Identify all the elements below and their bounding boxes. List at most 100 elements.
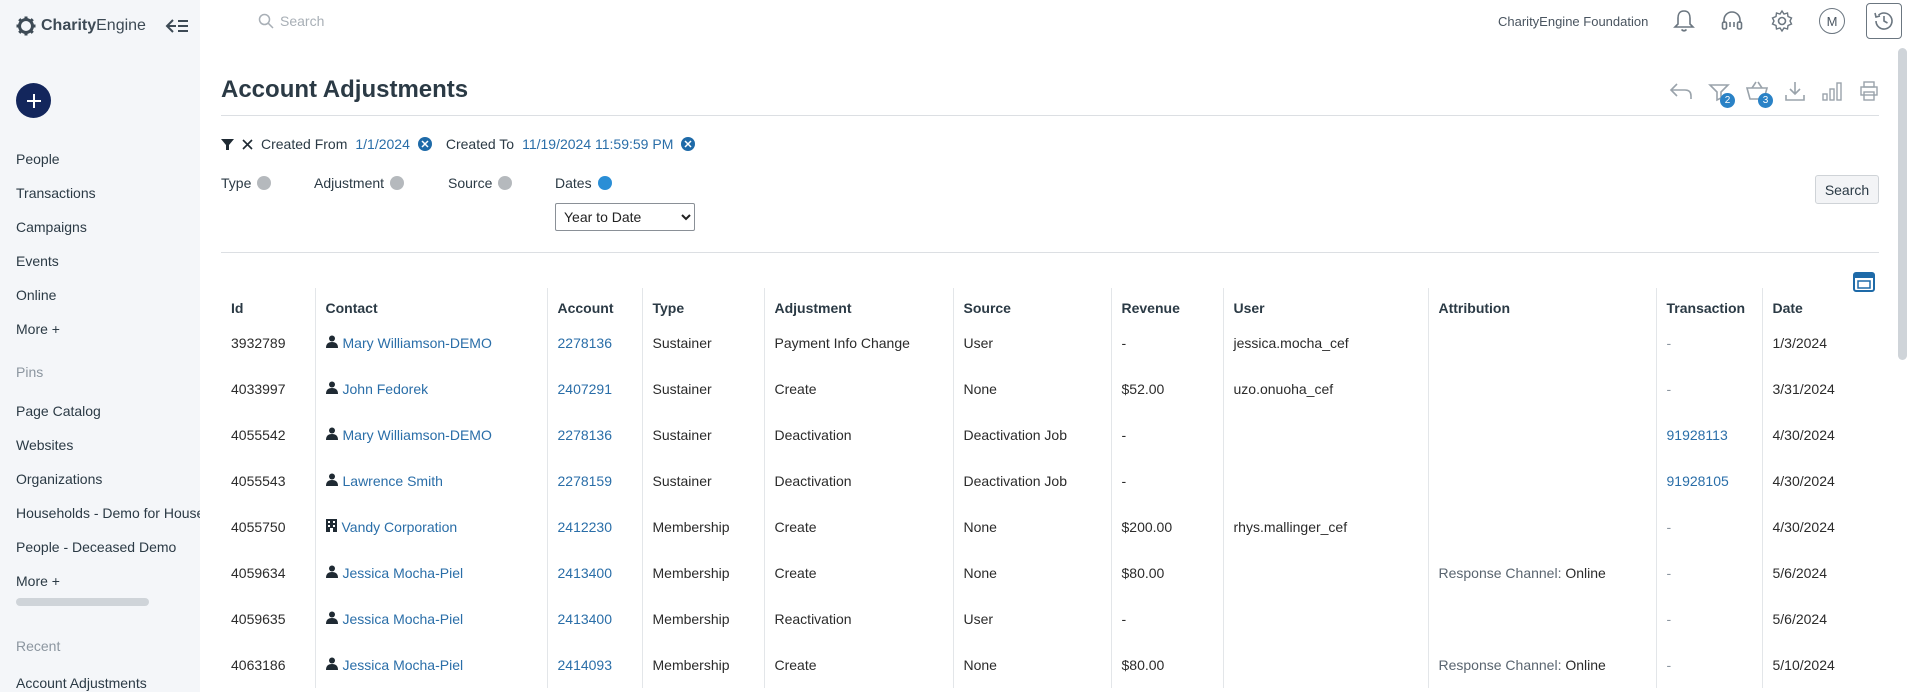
filter-divider <box>221 252 1879 253</box>
nav-item-more[interactable]: More + <box>16 318 96 352</box>
active-filters: Created From 1/1/2024 Created To 11/19/2… <box>221 136 696 152</box>
cell-id: 4063186 <box>231 657 286 673</box>
contact-link[interactable]: Lawrence Smith <box>343 473 443 489</box>
facet-dates[interactable]: Dates <box>555 175 612 191</box>
account-link[interactable]: 2407291 <box>558 381 613 397</box>
column-header-transaction[interactable]: Transaction <box>1655 288 1762 320</box>
history-button[interactable] <box>1866 3 1902 39</box>
transaction-link[interactable]: 91928113 <box>1667 427 1728 443</box>
cell-attribution: Response Channel: Online <box>1427 550 1656 596</box>
account-link[interactable]: 2414093 <box>558 657 613 673</box>
pin-item-websites[interactable]: Websites <box>16 434 200 468</box>
dates-range-select[interactable]: Year to Date <box>555 203 695 231</box>
facet-type[interactable]: Type <box>221 175 272 191</box>
user-avatar[interactable]: M <box>1819 8 1845 34</box>
recent-item-account-adjustments[interactable]: Account Adjustments <box>16 672 147 692</box>
pin-item-people-deceased[interactable]: People - Deceased Demo <box>16 536 200 570</box>
column-header-attribution[interactable]: Attribution <box>1427 288 1656 320</box>
cell-user <box>1222 412 1428 458</box>
contact-link[interactable]: John Fedorek <box>343 381 429 397</box>
table-row[interactable]: 4059635 Jessica Mocha-Piel 2413400 Membersh… <box>221 596 1869 642</box>
facet-source-label: Source <box>448 175 493 191</box>
cell-transaction: - <box>1655 596 1762 642</box>
page-vertical-scrollbar[interactable] <box>1898 48 1907 360</box>
table-row[interactable]: 3932789 Mary Williamson-DEMO 2278136 Sustai… <box>221 320 1869 366</box>
table-row[interactable]: 4055543 Lawrence Smith 2278159 Sustainer Dea… <box>221 458 1869 504</box>
account-link[interactable]: 2413400 <box>558 611 613 627</box>
pin-item-page-catalog[interactable]: Page Catalog <box>16 400 200 434</box>
person-icon <box>325 657 338 673</box>
cell-contact: Mary Williamson-DEMO <box>314 320 547 366</box>
contact-link[interactable]: Jessica Mocha-Piel <box>343 565 464 581</box>
cell-type: Sustainer <box>641 366 764 412</box>
column-header-user[interactable]: User <box>1222 288 1428 320</box>
table-row[interactable]: 4063186 Jessica Mocha-Piel 2414093 Membersh… <box>221 642 1869 688</box>
table-row[interactable]: 4059634 Jessica Mocha-Piel 2413400 Membersh… <box>221 550 1869 596</box>
person-icon <box>325 335 338 351</box>
contact-link[interactable]: Jessica Mocha-Piel <box>343 657 464 673</box>
table-row[interactable]: 4055750 Vandy Corporation 2412230 Membershi… <box>221 504 1869 550</box>
basket-icon[interactable]: 3 <box>1744 78 1773 108</box>
nav-item-campaigns[interactable]: Campaigns <box>16 216 96 250</box>
table-row[interactable]: 4055542 Mary Williamson-DEMO 2278136 Sustai… <box>221 412 1869 458</box>
column-header-account[interactable]: Account <box>546 288 642 320</box>
cell-transaction: - <box>1655 642 1762 688</box>
pin-item-organizations[interactable]: Organizations <box>16 468 200 502</box>
account-link[interactable]: 2412230 <box>558 519 613 535</box>
print-icon[interactable] <box>1856 78 1882 104</box>
table-row[interactable]: 4033997 John Fedorek 2407291 Sustainer Creat… <box>221 366 1869 412</box>
app-logo[interactable]: CharityEngine <box>16 16 146 36</box>
remove-created-to-icon[interactable] <box>681 137 696 151</box>
contact-link[interactable]: Mary Williamson-DEMO <box>343 427 492 443</box>
cell-date: 5/6/2024 <box>1761 550 1869 596</box>
notifications-bell-icon[interactable] <box>1671 8 1697 34</box>
cell-attribution <box>1427 412 1656 458</box>
cell-contact: John Fedorek <box>314 366 547 412</box>
search-input[interactable] <box>280 13 480 29</box>
recent-label: Recent <box>16 638 61 654</box>
cell-user: rhys.mallinger_cef <box>1222 504 1428 550</box>
facet-source[interactable]: Source <box>448 175 513 191</box>
download-icon[interactable] <box>1782 78 1808 104</box>
recent-list: Account Adjustments <box>16 672 147 692</box>
nav-item-people[interactable]: People <box>16 148 96 182</box>
cell-revenue: - <box>1110 320 1223 366</box>
cell-adjustment: Deactivation <box>763 458 953 504</box>
account-link[interactable]: 2413400 <box>558 565 613 581</box>
contact-link[interactable]: Vandy Corporation <box>342 519 458 535</box>
search-button[interactable]: Search <box>1815 175 1879 204</box>
account-link[interactable]: 2278159 <box>558 473 613 489</box>
filter-funnel-icon[interactable] <box>221 138 234 151</box>
transaction-link[interactable]: 91928105 <box>1667 473 1729 489</box>
bar-chart-icon[interactable] <box>1819 78 1845 104</box>
nav-item-events[interactable]: Events <box>16 250 96 284</box>
created-to-value[interactable]: 11/19/2024 11:59:59 PM <box>522 136 673 152</box>
column-header-revenue[interactable]: Revenue <box>1110 288 1223 320</box>
organization-name[interactable]: CharityEngine Foundation <box>1498 14 1648 29</box>
facet-adjustment[interactable]: Adjustment <box>314 175 405 191</box>
column-header-date[interactable]: Date <box>1761 288 1869 320</box>
nav-item-online[interactable]: Online <box>16 284 96 318</box>
column-header-id[interactable]: Id <box>221 288 315 320</box>
support-headset-icon[interactable] <box>1719 8 1745 34</box>
column-header-source[interactable]: Source <box>952 288 1111 320</box>
sidebar-horizontal-scrollbar[interactable] <box>16 598 149 606</box>
back-arrow-icon[interactable] <box>1668 78 1694 104</box>
add-new-button[interactable] <box>16 83 51 118</box>
column-header-adjustment[interactable]: Adjustment <box>763 288 953 320</box>
nav-item-transactions[interactable]: Transactions <box>16 182 96 216</box>
column-header-contact[interactable]: Contact <box>314 288 547 320</box>
pin-item-households[interactable]: Households - Demo for Households <box>16 502 200 536</box>
contact-link[interactable]: Jessica Mocha-Piel <box>343 611 464 627</box>
remove-created-from-icon[interactable] <box>417 137 432 151</box>
contact-link[interactable]: Mary Williamson-DEMO <box>343 335 492 351</box>
filter-list-icon[interactable]: 2 <box>1706 78 1735 108</box>
collapse-sidebar-icon[interactable] <box>165 17 189 35</box>
created-from-value[interactable]: 1/1/2024 <box>355 136 410 152</box>
column-header-type[interactable]: Type <box>641 288 764 320</box>
clear-filters-icon[interactable] <box>242 138 253 150</box>
person-icon <box>325 611 338 627</box>
account-link[interactable]: 2278136 <box>558 335 613 351</box>
settings-gear-icon[interactable] <box>1769 8 1795 34</box>
account-link[interactable]: 2278136 <box>558 427 613 443</box>
